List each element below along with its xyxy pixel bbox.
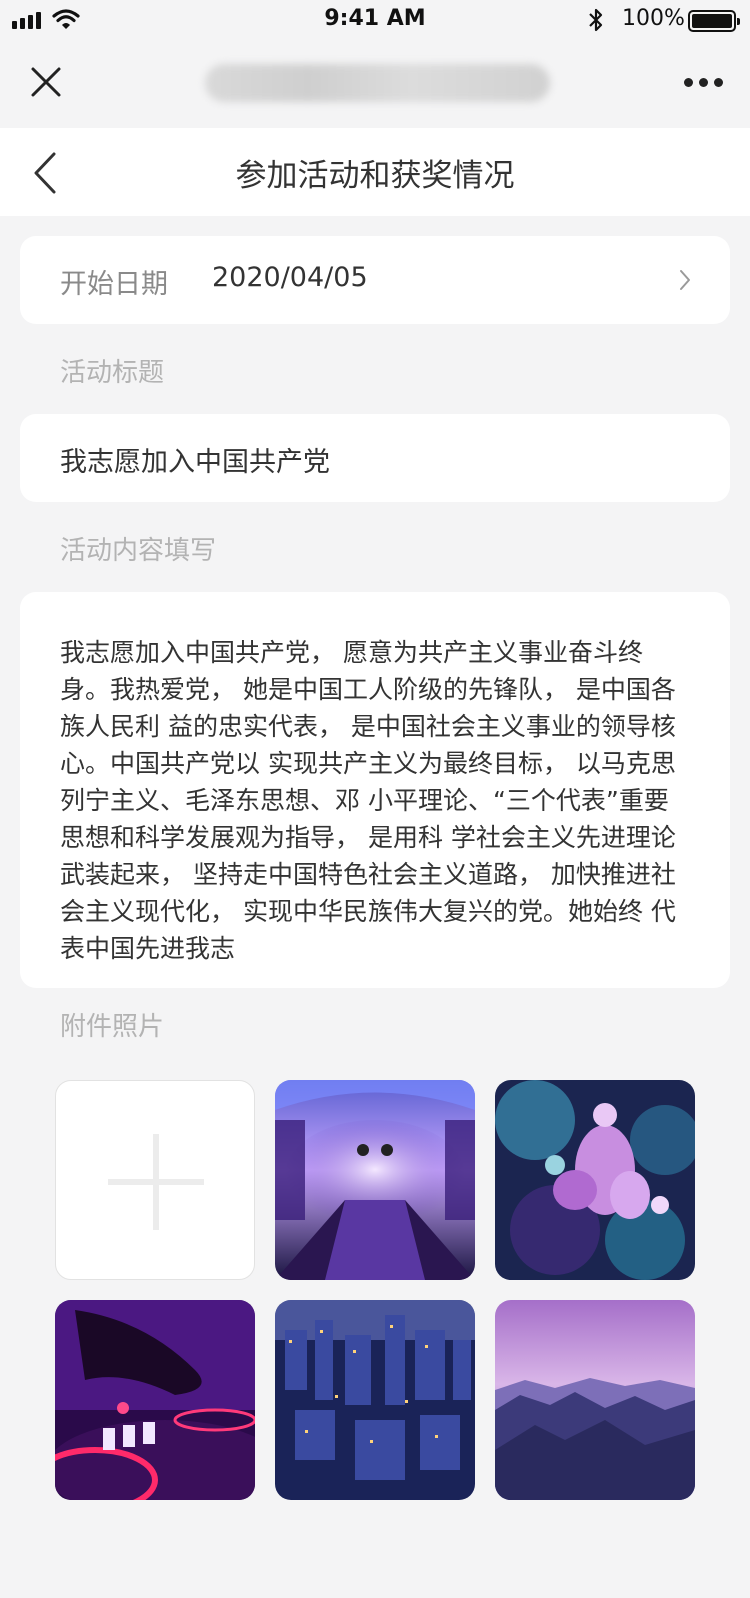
navigation-bar: 参加活动和获奖情况 [0, 128, 750, 216]
bluetooth-icon [589, 8, 603, 32]
activity-content-label: 活动内容填写 [60, 536, 217, 566]
battery-percentage: 100% [622, 6, 685, 31]
chevron-right-icon [680, 270, 690, 290]
start-date-label: 开始日期 [60, 269, 168, 300]
activity-content-value: 我志愿加入中国共产党， 愿意为共产主义事业奋斗终身。我热爱党， 她是中国工人阶级… [60, 638, 676, 963]
attachments-label: 附件照片 [60, 1012, 165, 1042]
photo-thumbnail-dj[interactable] [55, 1300, 255, 1500]
close-icon[interactable] [28, 64, 64, 100]
activity-content-textarea[interactable]: 我志愿加入中国共产党， 愿意为共产主义事业奋斗终身。我热爱党， 她是中国工人阶级… [20, 592, 730, 988]
start-date-picker[interactable]: 开始日期 2020/04/05 [20, 236, 730, 324]
photo-thumbnail-tunnel[interactable] [275, 1080, 475, 1280]
add-photo-button[interactable] [55, 1080, 255, 1280]
activity-title-value: 我志愿加入中国共产党 [60, 447, 330, 478]
blurred-app-title [205, 64, 550, 102]
activity-title-input[interactable]: 我志愿加入中国共产党 [20, 414, 730, 502]
page-title: 参加活动和获奖情况 [235, 158, 515, 194]
mini-program-bar [0, 40, 750, 128]
photo-thumbnail-mountains[interactable] [495, 1300, 695, 1500]
more-options-icon[interactable] [684, 78, 723, 87]
photo-thumbnail-city[interactable] [275, 1300, 475, 1500]
photo-thumbnail-flower[interactable] [495, 1080, 695, 1280]
activity-title-label: 活动标题 [60, 358, 165, 388]
battery-icon [688, 10, 740, 32]
status-bar: 9:41 AM 100% [0, 0, 750, 40]
start-date-value: 2020/04/05 [212, 262, 368, 293]
